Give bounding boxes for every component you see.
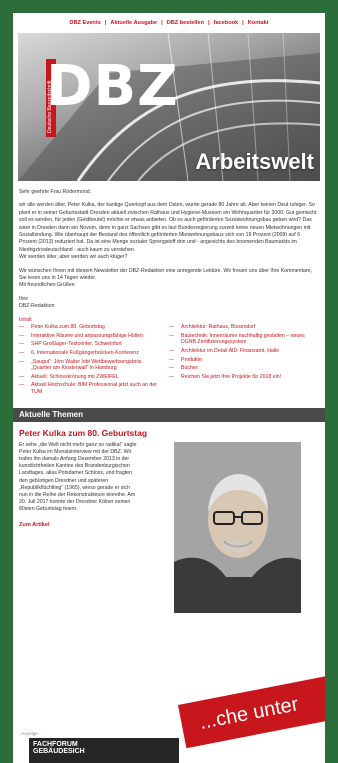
toc-item-label[interactable]: Reichen Sie jetzt Ihre Projekte für 2018… bbox=[181, 374, 313, 381]
greeting: Sehr geehrte Frau Rödermond, bbox=[19, 189, 92, 195]
toc-item[interactable]: — 6. Internationale Fußgängerbrücken-Konf… bbox=[19, 350, 163, 357]
toc-item[interactable]: — Aktuell: Schlosskrönung mit ZWEIFEL bbox=[19, 374, 163, 381]
toc-dash: — bbox=[169, 365, 175, 372]
ad-line-1: FACHFORUM bbox=[33, 741, 78, 748]
nav-contact-link[interactable]: Kontakt bbox=[248, 20, 269, 26]
toc-item-label[interactable]: Aktuell: Schlosskrönung mit ZWEIFEL bbox=[31, 374, 163, 381]
closing-line-1: Ihre bbox=[19, 295, 28, 302]
toc-dash: — bbox=[19, 382, 25, 389]
toc-item-label[interactable]: Interaktive Räume und anpassungsfähige H… bbox=[31, 333, 163, 340]
closing: Ihre DBZ-Redaktion bbox=[19, 296, 319, 311]
nav-separator: | bbox=[161, 20, 163, 26]
dbz-logo: DBZ bbox=[46, 54, 179, 119]
toc-item[interactable]: — Bücher: bbox=[169, 365, 313, 372]
toc-item-label[interactable]: Peter Kulka zum 80. Geburtstag bbox=[31, 324, 163, 331]
article-title[interactable]: Peter Kulka zum 80. Geburtstag bbox=[19, 428, 319, 438]
nav-separator: | bbox=[242, 20, 244, 26]
toc-dash: — bbox=[19, 373, 25, 380]
closing-line-2: DBZ-Redaktion bbox=[19, 303, 55, 310]
toc-item-label[interactable]: 6. Internationale Fußgängerbrücken-Konfe… bbox=[31, 350, 163, 357]
intro-regards: Mit freundlichen Grüßen bbox=[19, 282, 75, 289]
feature-article: Peter Kulka zum 80. Geburtstag Er sehe „… bbox=[13, 422, 325, 662]
header-banner: Deutsche Bauzeitschrift DBZ Arbeitswelt bbox=[18, 33, 320, 181]
toc-dash: — bbox=[169, 373, 175, 380]
toc-item[interactable]: — SHP Großlager-Testcenter, Schweinfurt bbox=[19, 341, 163, 348]
ad-line-2: GEBÄUDESICH bbox=[33, 748, 85, 755]
toc-item-label[interactable]: Aktuell Hochschule: BIM Professional jet… bbox=[31, 382, 163, 395]
nav-separator: | bbox=[104, 20, 107, 26]
toc-dash: — bbox=[19, 341, 25, 348]
toc-item-label[interactable]: SHP Großlager-Testcenter, Schweinfurt bbox=[31, 341, 163, 348]
toc-item[interactable]: — Aktuell Hochschule: BIM Professional je… bbox=[19, 382, 163, 395]
toc-item-label[interactable]: Produkte: bbox=[181, 357, 313, 364]
portrait-illustration bbox=[174, 441, 301, 613]
toc-title: Inhalt bbox=[19, 316, 32, 323]
table-of-contents: Inhalt — Peter Kulka zum 80. Geburtstag —… bbox=[19, 317, 319, 398]
ad-red-banner[interactable]: ...che unter bbox=[178, 659, 325, 749]
intro-wish: Wir wünschen Ihnen mit diesem Newsletter… bbox=[19, 267, 312, 282]
toc-dash: — bbox=[169, 332, 175, 339]
nav-events-link[interactable]: DBZ Events bbox=[69, 20, 100, 26]
toc-item[interactable]: — Architektur: Rathaus, Bissendorf bbox=[169, 324, 313, 331]
toc-dash: — bbox=[19, 350, 25, 357]
toc-dash: — bbox=[169, 356, 175, 363]
toc-item[interactable]: — Produkte: bbox=[169, 357, 313, 364]
toc-item[interactable]: — Peter Kulka zum 80. Geburtstag bbox=[19, 324, 163, 331]
intro-paragraph-main: wir alle werden älter, Peter Kulka, der … bbox=[19, 202, 317, 253]
toc-dash: — bbox=[19, 324, 25, 331]
toc-item[interactable]: — „Saugut“: Jörn Walter lobt Wettbewerbse… bbox=[19, 359, 163, 372]
toc-item[interactable]: — Bautechnik: Innenräume nachhaltig gesta… bbox=[169, 333, 313, 346]
toc-right-column: — Architektur: Rathaus, Bissendorf — Baute… bbox=[169, 324, 319, 397]
article-teaser: Er sehe „die Welt nicht mehr ganz so rad… bbox=[19, 441, 137, 513]
intro-paragraph: wir alle werden älter, Peter Kulka, der … bbox=[19, 202, 319, 261]
section-title: Arbeitswelt bbox=[195, 149, 314, 174]
newsletter-sheet: DBZ Events | Aktuelle Ausgabe | DBZ bestelle… bbox=[13, 13, 325, 763]
ad-label: - Anzeige - bbox=[19, 731, 41, 736]
nav-order-link[interactable]: DBZ bestellen bbox=[167, 20, 204, 26]
intro-paragraph-2: Wir wünschen Ihnen mit diesem Newsletter… bbox=[19, 268, 319, 290]
nav-current-issue-link[interactable]: Aktuelle Ausgabe bbox=[110, 20, 157, 26]
toc-dash: — bbox=[19, 332, 25, 339]
toc-item[interactable]: — Interaktive Räume und anpassungsfähige … bbox=[19, 333, 163, 340]
top-nav: DBZ Events | Aktuelle Ausgabe | DBZ bestelle… bbox=[13, 13, 325, 33]
toc-dash: — bbox=[169, 324, 175, 331]
ad-banner[interactable]: FACHFORUM GEBÄUDESICH bbox=[29, 738, 179, 763]
nav-facebook-link[interactable]: facebook bbox=[214, 20, 239, 26]
intro-paragraph-question: Wir werden älter, aber werden wir auch k… bbox=[19, 254, 128, 261]
toc-item[interactable]: — Architektur im Detail AID: Finanzamt, H… bbox=[169, 348, 313, 355]
nav-separator: | bbox=[208, 20, 210, 26]
toc-item-label[interactable]: Bautechnik: Innenräume nachhaltig gestal… bbox=[181, 333, 313, 346]
toc-dash: — bbox=[169, 348, 175, 355]
toc-item-label[interactable]: „Saugut“: Jörn Walter lobt Wettbewerbser… bbox=[31, 359, 163, 372]
toc-left-column: — Peter Kulka zum 80. Geburtstag — Interak… bbox=[19, 324, 169, 397]
intro-text: Sehr geehrte Frau Rödermond, wir alle we… bbox=[13, 181, 325, 311]
portrait-photo[interactable] bbox=[174, 441, 301, 613]
toc-item-label[interactable]: Architektur: Rathaus, Bissendorf bbox=[181, 324, 313, 331]
toc-item[interactable]: — Reichen Sie jetzt Ihre Projekte für 201… bbox=[169, 374, 313, 381]
toc-item-label[interactable]: Architektur im Detail AID: Finanzamt, Ha… bbox=[181, 348, 313, 355]
toc-dash: — bbox=[19, 358, 25, 365]
current-topics-bar: Aktuelle Themen bbox=[13, 407, 325, 422]
toc-item-label[interactable]: Bücher: bbox=[181, 365, 313, 372]
